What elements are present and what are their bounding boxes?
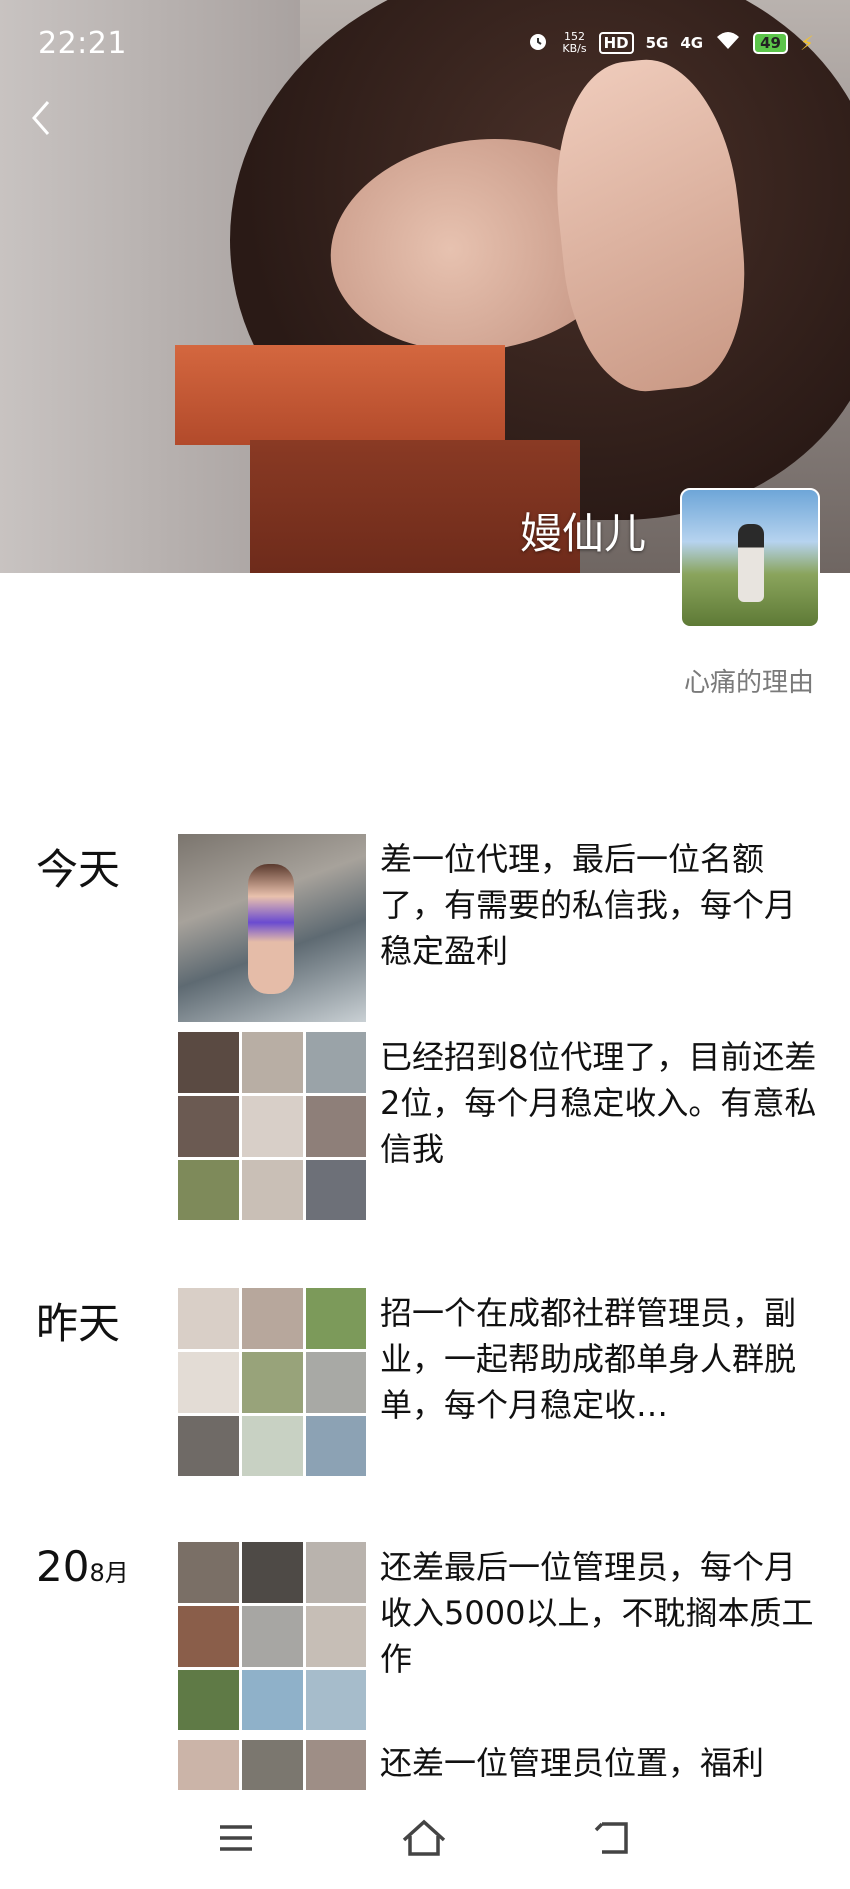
grid-photo	[242, 1606, 303, 1667]
alarm-icon	[526, 29, 550, 58]
photo-grid	[178, 1740, 366, 1790]
post-text[interactable]: 已经招到8位代理了，目前还差2位，每个月稳定收入。有意私信我	[380, 1034, 820, 1172]
post-thumbnail-grid[interactable]	[178, 1288, 366, 1476]
grid-photo	[306, 1740, 366, 1790]
signal-4g: 4G	[680, 34, 704, 52]
grid-photo	[178, 1670, 239, 1730]
grid-photo	[178, 1740, 239, 1790]
grid-photo	[178, 1416, 239, 1476]
grid-photo	[178, 1606, 239, 1667]
grid-photo	[242, 1160, 303, 1220]
photo-grid	[178, 1288, 366, 1476]
grid-photo	[242, 1740, 303, 1790]
post-thumbnail-grid[interactable]	[178, 1740, 366, 1790]
grid-photo	[178, 1288, 239, 1349]
network-speed-unit: KB/s	[562, 42, 587, 55]
day-number: 20	[36, 1542, 90, 1591]
grid-photo	[242, 1096, 303, 1157]
photo-grid	[178, 1032, 366, 1220]
photo-grid	[178, 1542, 366, 1730]
grid-photo	[306, 1416, 366, 1476]
grid-photo	[242, 1416, 303, 1476]
signal-5g: 5G	[645, 34, 669, 52]
status-icons: 152 KB/s HD 5G 4G 49 ⚡	[526, 26, 814, 60]
grid-photo	[242, 1288, 303, 1349]
cover-table-top	[175, 345, 505, 445]
grid-photo	[306, 1160, 366, 1220]
grid-photo	[306, 1032, 366, 1093]
day-label-yesterday: 昨天	[36, 1299, 121, 1348]
wifi-icon	[715, 29, 741, 57]
status-time: 22:21	[38, 26, 127, 61]
avatar-figure	[738, 524, 764, 602]
network-speed: 152 KB/s	[562, 31, 586, 55]
chevron-left-icon	[32, 101, 50, 135]
grid-photo	[242, 1352, 303, 1413]
profile-signature: 心痛的理由	[683, 668, 814, 698]
menu-icon	[220, 1825, 252, 1851]
post-text[interactable]: 差一位代理，最后一位名额了，有需要的私信我，每个月稳定盈利	[380, 836, 820, 974]
battery-level: 49	[753, 32, 788, 54]
grid-photo	[306, 1288, 366, 1349]
grid-photo	[306, 1606, 366, 1667]
hd-badge: HD	[598, 32, 634, 54]
grid-photo	[242, 1670, 303, 1730]
grid-photo	[178, 1542, 239, 1603]
profile-avatar[interactable]	[680, 488, 820, 628]
thumbnail-figure	[248, 864, 294, 994]
grid-photo	[306, 1542, 366, 1603]
grid-photo	[306, 1352, 366, 1413]
grid-photo	[306, 1670, 366, 1730]
post-thumbnail-grid[interactable]	[178, 1032, 366, 1220]
system-nav-bar	[0, 1790, 850, 1889]
post-text[interactable]: 还差一位管理员位置，福利	[380, 1740, 820, 1790]
post-thumbnail-grid[interactable]	[178, 1542, 366, 1730]
back-button[interactable]	[26, 96, 66, 140]
post-text[interactable]: 招一个在成都社群管理员，副业，一起帮助成都单身人群脱单，每个月稳定收…	[380, 1290, 820, 1428]
post-thumbnail[interactable]	[178, 834, 366, 1022]
day-label-date: 208月	[36, 1542, 129, 1591]
grid-photo	[306, 1096, 366, 1157]
grid-photo	[178, 1160, 239, 1220]
post-text[interactable]: 还差最后一位管理员，每个月收入5000以上，不耽搁本质工作	[380, 1544, 820, 1682]
grid-photo	[242, 1542, 303, 1603]
grid-photo	[178, 1032, 239, 1093]
back-nav-button[interactable]	[584, 1818, 644, 1862]
day-label-today: 今天	[36, 845, 121, 894]
grid-photo	[178, 1352, 239, 1413]
home-button[interactable]	[394, 1818, 454, 1862]
grid-photo	[178, 1096, 239, 1157]
home-icon	[402, 1819, 446, 1856]
menu-button[interactable]	[206, 1818, 266, 1862]
charging-icon: ⚡	[799, 31, 814, 55]
profile-nickname: 嫚仙儿	[520, 509, 647, 558]
status-bar: 22:21 152 KB/s HD 5G 4G 49 ⚡	[0, 0, 850, 88]
back-arrow-icon	[594, 1822, 628, 1854]
grid-photo	[242, 1032, 303, 1093]
day-month: 8月	[89, 1559, 129, 1587]
